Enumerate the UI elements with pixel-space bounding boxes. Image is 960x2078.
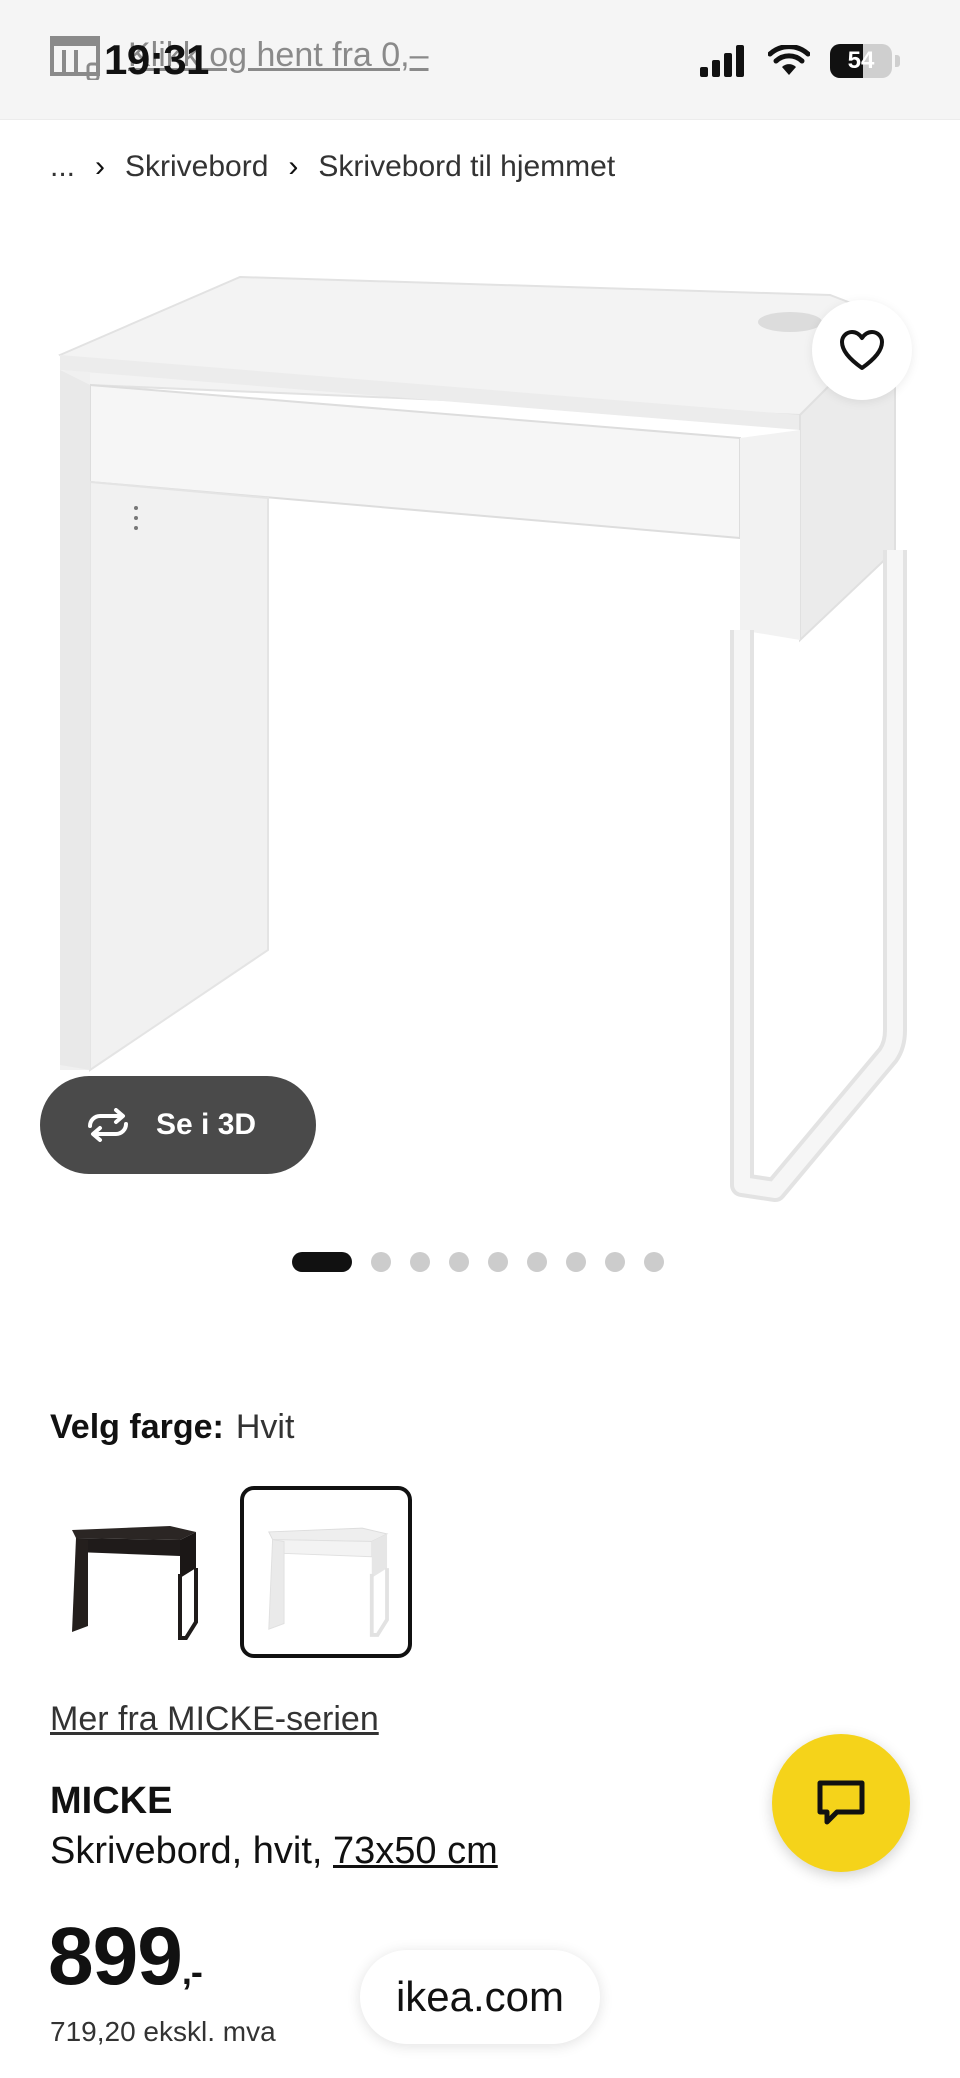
browser-url-bar[interactable]: ikea.com xyxy=(360,1950,600,2044)
color-label-title: Velg farge: xyxy=(50,1408,224,1446)
view-3d-label: Se i 3D xyxy=(156,1108,257,1141)
battery-icon: 54 xyxy=(830,44,900,78)
carousel-dot-active[interactable] xyxy=(292,1252,352,1272)
click-collect-promo[interactable]: Klikk og hent fra 0,– xyxy=(50,30,429,80)
breadcrumb-desks[interactable]: Skrivebord xyxy=(125,150,268,184)
carousel-dot[interactable] xyxy=(371,1252,391,1272)
white-desk-thumbnail xyxy=(268,1527,389,1637)
price-value: 899 xyxy=(48,1911,183,2002)
battery-percent: 54 xyxy=(847,47,875,74)
black-brown-desk-thumbnail xyxy=(72,1526,198,1640)
product-image-white-desk[interactable] xyxy=(0,250,960,1210)
carousel-dot[interactable] xyxy=(449,1252,469,1272)
color-swatch-black-brown[interactable] xyxy=(50,1486,222,1658)
selected-color: Hvit xyxy=(235,1408,295,1446)
price-suffix: ,- xyxy=(181,1951,203,1992)
product-description: Skrivebord, hvit, 73x50 cm xyxy=(50,1830,498,1873)
product-price: 899,- xyxy=(48,1910,203,2004)
clock: 19:31 xyxy=(104,36,209,83)
carousel-dot[interactable] xyxy=(488,1252,508,1272)
product-description-text: Skrivebord, hvit, xyxy=(50,1830,333,1872)
series-link[interactable]: Mer fra MICKE-serien xyxy=(50,1700,379,1739)
carousel-dot[interactable] xyxy=(527,1252,547,1272)
store-icon xyxy=(50,36,100,80)
chevron-right-icon: › xyxy=(288,150,299,183)
signal-icon xyxy=(700,45,744,77)
view-3d-button[interactable]: Se i 3D xyxy=(40,1076,316,1174)
chat-icon xyxy=(817,1780,865,1825)
chevron-right-icon: › xyxy=(95,150,106,183)
wifi-icon xyxy=(768,45,810,75)
breadcrumb-ellipsis[interactable]: ... xyxy=(50,150,75,184)
rotate-icon xyxy=(88,1108,128,1142)
breadcrumb: ... › Skrivebord › Skrivebord til hjemme… xyxy=(50,150,615,184)
color-label: Velg farge: Hvit xyxy=(50,1408,294,1447)
color-swatch-white[interactable] xyxy=(240,1486,412,1658)
chat-button[interactable] xyxy=(772,1734,910,1872)
product-dimensions-link[interactable]: 73x50 cm xyxy=(333,1830,498,1872)
carousel-dots xyxy=(292,1252,664,1272)
status-bar: Klikk og hent fra 0,– 19:31 54 xyxy=(0,0,960,120)
favorite-button[interactable] xyxy=(812,300,912,400)
price-excl-vat: 719,20 ekskl. mva xyxy=(50,2016,276,2047)
carousel-dot[interactable] xyxy=(410,1252,430,1272)
product-name: MICKE xyxy=(50,1780,173,1822)
system-indicators: 54 xyxy=(700,44,900,78)
heart-icon xyxy=(840,330,884,370)
carousel-dot[interactable] xyxy=(605,1252,625,1272)
breadcrumb-home-desks[interactable]: Skrivebord til hjemmet xyxy=(318,150,615,184)
carousel-dot[interactable] xyxy=(644,1252,664,1272)
carousel-dot[interactable] xyxy=(566,1252,586,1272)
